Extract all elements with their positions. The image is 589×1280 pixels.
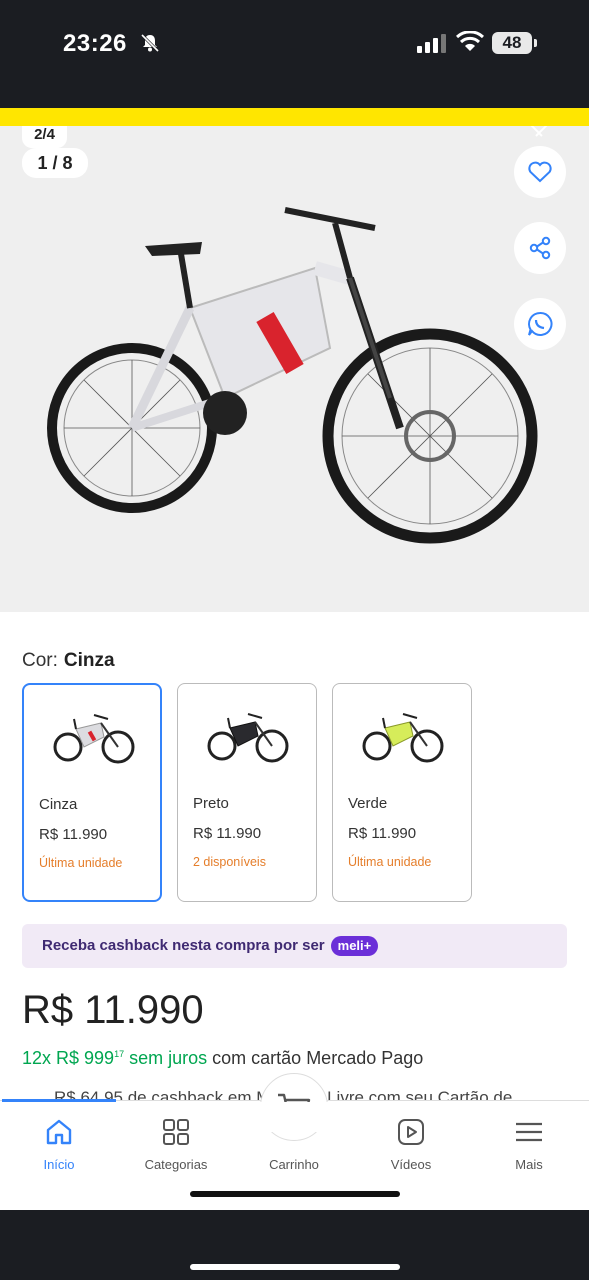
active-tab-indicator — [2, 1099, 116, 1102]
option-price: R$ 11.990 — [193, 825, 262, 842]
tab-label: Mais — [515, 1157, 543, 1172]
system-bottom-bar — [0, 1210, 589, 1280]
tab-inicio[interactable]: Início — [4, 1115, 114, 1172]
cashback-banner[interactable]: Receba cashback nesta compra por ser meli… — [22, 924, 567, 968]
cashback-text: Receba cashback nesta compra por ser — [42, 937, 325, 954]
signal-icon — [417, 34, 446, 53]
meli-plus-badge: meli+ — [330, 936, 379, 957]
option-name: Cinza — [39, 796, 78, 813]
installment-amount: 12x R$ 999 — [22, 1048, 115, 1068]
option-name: Preto — [193, 795, 229, 812]
installment-suffix: com cartão Mercado Pago — [212, 1048, 424, 1068]
color-selector-label: Cor: Cinza — [22, 650, 115, 672]
favorite-button[interactable] — [514, 146, 566, 198]
installments-info: 12x R$ 99917 sem juros com cartão Mercad… — [22, 1048, 423, 1069]
product-image-bike — [47, 207, 538, 544]
header-yellow-band — [0, 108, 589, 128]
option-stock: Última unidade — [348, 855, 432, 869]
wifi-icon — [456, 31, 484, 51]
bike-thumbnail-gray — [53, 714, 135, 764]
color-options: Cinza R$ 11.990 Última unidade Preto R$ … — [22, 683, 472, 902]
product-page: 2/4 1 / 8 Cor: Cinza Cinza R$ 11.990 Últ… — [0, 126, 589, 1210]
tab-mais[interactable]: Mais — [474, 1115, 584, 1172]
heart-icon — [528, 161, 552, 183]
installment-cents: 17 — [114, 1049, 125, 1059]
color-option-verde[interactable]: Verde R$ 11.990 Última unidade — [332, 683, 472, 902]
tab-label: Categorias — [144, 1157, 208, 1172]
home-icon — [46, 1119, 72, 1145]
color-label: Cor: — [22, 650, 58, 671]
image-counter: 1 / 8 — [22, 148, 88, 178]
bike-thumbnail-black — [207, 713, 289, 763]
color-option-cinza[interactable]: Cinza R$ 11.990 Última unidade — [22, 683, 162, 902]
tab-videos[interactable]: Vídeos — [356, 1115, 466, 1172]
grid-icon — [163, 1119, 189, 1145]
selected-color: Cinza — [63, 650, 115, 671]
option-stock: 2 disponíveis — [193, 855, 266, 869]
color-option-preto[interactable]: Preto R$ 11.990 2 disponíveis — [177, 683, 317, 902]
option-name: Verde — [348, 795, 388, 812]
bell-slash-icon — [140, 33, 160, 53]
option-price: R$ 11.990 — [348, 825, 417, 842]
option-price: R$ 11.990 — [39, 826, 108, 843]
option-stock: Última unidade — [39, 856, 123, 870]
tab-categorias[interactable]: Categorias — [121, 1115, 231, 1172]
tab-carrinho[interactable]: Carrinho — [239, 1115, 349, 1172]
home-indicator — [190, 1191, 400, 1197]
status-time: 23:26 — [63, 30, 127, 57]
close-icon[interactable] — [528, 126, 550, 138]
system-home-indicator — [190, 1264, 400, 1270]
video-play-icon — [398, 1119, 424, 1145]
page-counter: 2/4 — [22, 126, 67, 148]
battery-indicator: 48 — [492, 32, 537, 54]
tab-label: Vídeos — [390, 1157, 432, 1172]
interest-free-label: sem juros — [129, 1048, 208, 1068]
bike-thumbnail-green — [362, 713, 444, 763]
product-price: R$ 11.990 — [22, 988, 204, 1032]
menu-icon — [516, 1122, 542, 1142]
image-gallery[interactable]: 2/4 1 / 8 — [0, 126, 589, 612]
tab-label: Carrinho — [269, 1157, 319, 1172]
tab-label: Início — [43, 1157, 75, 1172]
status-bar: 23:26 48 — [0, 0, 589, 108]
